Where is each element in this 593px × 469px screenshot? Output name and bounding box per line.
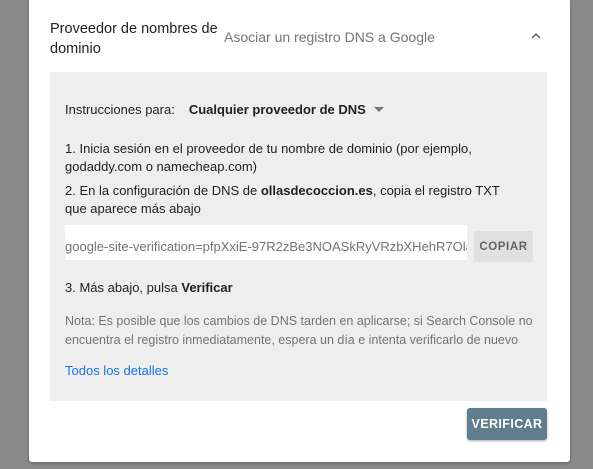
dns-verification-card: Proveedor de nombres de dominio Asociar … xyxy=(29,0,570,462)
step-2-domain: ollasdecoccion.es xyxy=(260,183,373,198)
step-3-text: 3. Más abajo, pulsa Verificar xyxy=(65,280,233,295)
dns-note: Nota: Es posible que los cambios de DNS … xyxy=(65,314,533,347)
provider-select[interactable]: Cualquier proveedor de DNS xyxy=(189,102,384,117)
verify-button[interactable]: VERIFICAR xyxy=(467,408,547,440)
provider-section-header[interactable]: Proveedor de nombres de dominio Asociar … xyxy=(29,0,570,72)
instructions-panel: Instrucciones para: Cualquier proveedor … xyxy=(50,72,547,401)
txt-record-field[interactable]: google-site-verification=pfpXxiE-97R2zBe… xyxy=(65,225,467,260)
copy-button[interactable]: COPIAR xyxy=(474,231,533,262)
chevron-up-icon[interactable] xyxy=(527,27,545,45)
provider-subtitle: Asociar un registro DNS a Google xyxy=(224,29,435,45)
provider-select-value: Cualquier proveedor de DNS xyxy=(188,102,366,117)
step-1-text: 1. Inicia sesión en el proveedor de tu n… xyxy=(65,141,472,174)
step-3-prefix: 3. Más abajo, pulsa xyxy=(65,280,182,295)
caret-down-icon xyxy=(373,107,384,112)
step-3-action: Verificar xyxy=(181,280,233,295)
step-2-text: 2. En la configuración de DNS de ollasde… xyxy=(65,182,505,218)
step-2-prefix: 2. En la configuración de DNS de xyxy=(65,183,261,198)
all-details-link[interactable]: Todos los detalles xyxy=(65,363,168,378)
instructions-row: Instrucciones para: Cualquier proveedor … xyxy=(65,102,384,117)
instructions-label: Instrucciones para: xyxy=(65,102,175,117)
provider-title: Proveedor de nombres de dominio xyxy=(50,21,218,57)
